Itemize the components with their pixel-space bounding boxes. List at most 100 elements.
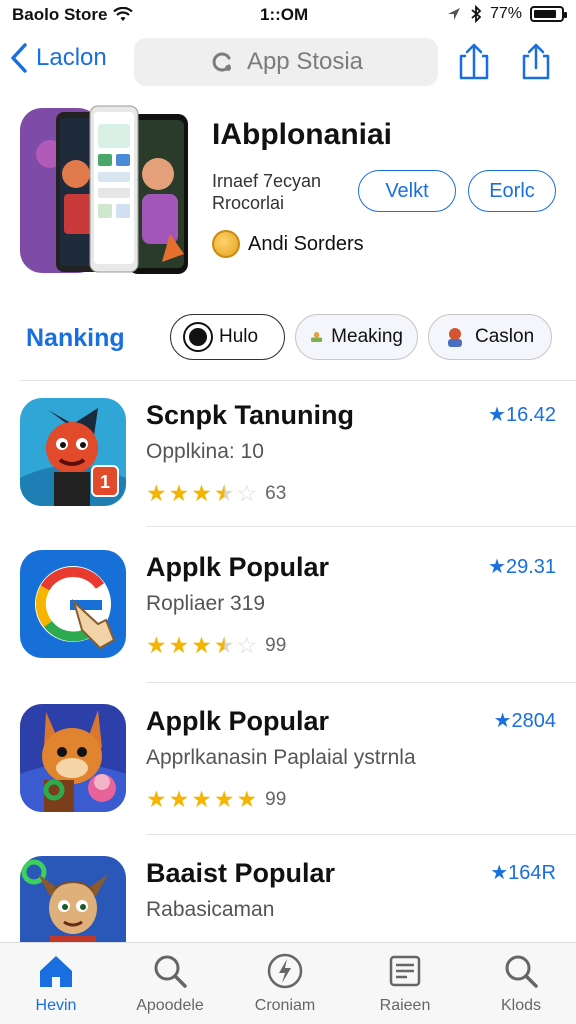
carrier: Baolo Store xyxy=(12,5,134,25)
chip-label: Hulo xyxy=(219,326,259,347)
divider xyxy=(146,834,576,835)
search-field[interactable]: App Stosia xyxy=(134,38,438,86)
lightning-icon xyxy=(267,953,303,989)
app-rating: ★2804 xyxy=(493,710,556,732)
list-item[interactable]: Applk Popular Apprlkanasin Paplaial ystr… xyxy=(0,704,576,854)
star-icon: ★ xyxy=(191,786,212,812)
share-icon[interactable] xyxy=(518,42,554,82)
location-icon xyxy=(447,8,460,20)
featured-phones-image xyxy=(20,105,188,274)
carrier-label: Baolo Store xyxy=(12,5,108,24)
back-button[interactable]: Laclon xyxy=(10,42,107,74)
chip-label: Meaking xyxy=(331,326,403,347)
tab-raieen[interactable]: Raieen xyxy=(350,951,460,1015)
divider xyxy=(20,380,576,381)
back-label: Laclon xyxy=(36,44,107,71)
tab-label: Croniam xyxy=(254,997,316,1014)
search-spinner-icon xyxy=(212,52,231,72)
tab-label: Hevin xyxy=(35,997,77,1014)
review-count: 99 xyxy=(265,788,287,810)
featured-subtitle-line2: Rrocorlai xyxy=(212,193,285,213)
list-item[interactable]: Baaist Popular Rabasicaman ★★★★★ ★164R xyxy=(0,856,576,942)
section-title: Nanking xyxy=(26,324,125,352)
app-name: Applk Popular xyxy=(146,552,330,582)
news-icon xyxy=(389,955,421,987)
app-desc: Ropliaer 319 xyxy=(146,592,266,615)
featured-subtitle-line1: Irnaef 7ecyan xyxy=(212,171,322,191)
search-placeholder: App Stosia xyxy=(246,48,364,75)
star-rating: ★ ★ ★ ★ ★ 99 xyxy=(146,786,286,813)
app-desc: Apprlkanasin Paplaial ystrnla xyxy=(146,746,416,769)
chip-meaking[interactable]: Meaking xyxy=(295,314,418,360)
battery-percent: 77% xyxy=(489,5,522,22)
app-rating: ★16.42 xyxy=(488,404,556,426)
star-icon: ★ xyxy=(146,632,167,658)
filter-row: Nanking Hulo Meaking Caslon xyxy=(0,312,576,366)
star-icon: ★ xyxy=(191,632,212,658)
battery-icon xyxy=(530,6,567,22)
fox-character-icon xyxy=(20,704,126,812)
app-name: Baaist Popular xyxy=(146,858,336,888)
tab-apoodele[interactable]: Apoodele xyxy=(115,951,225,1015)
star-icon: ★ xyxy=(168,786,190,812)
search-icon xyxy=(154,955,187,988)
review-count: 63 xyxy=(265,482,287,504)
featured-button-secondary[interactable]: Eorlc xyxy=(468,170,556,212)
app-rating: ★29.31 xyxy=(488,556,556,578)
app-rating: ★164R xyxy=(490,862,556,884)
divider xyxy=(146,682,576,683)
figure-icon xyxy=(311,332,323,342)
developer-name: Andi Sorders xyxy=(248,232,364,255)
search-icon xyxy=(505,955,538,988)
star-icon: ★ xyxy=(146,786,167,812)
chip-hulo[interactable]: Hulo xyxy=(170,314,285,360)
review-count: 99 xyxy=(265,634,287,656)
bluetooth-icon xyxy=(471,5,482,23)
status-bar: Baolo Store 1::OM 77% xyxy=(0,0,576,30)
list-item[interactable]: Applk Popular Ropliaer 319 ★ ★ ★ ★ ☆ 99 ★29.… xyxy=(0,550,576,700)
chip-label: Caslon xyxy=(475,326,535,347)
featured-button-primary[interactable]: Velkt xyxy=(358,170,456,212)
featured-subtitle: Irnaef 7ecyan Rrocorlai xyxy=(212,170,352,214)
star-icon: ★ xyxy=(168,480,190,506)
circle-icon xyxy=(185,324,211,350)
reader-share-icon[interactable] xyxy=(456,42,492,82)
featured-app: IAbplonaniai Irnaef 7ecyan Rrocorlai Vel… xyxy=(0,100,576,280)
developer-badge-icon xyxy=(212,230,240,258)
app-name: Applk Popular xyxy=(146,706,330,736)
star-icon: ☆ xyxy=(236,632,258,658)
status-icons: 77% xyxy=(446,5,567,23)
star-icon: ★ xyxy=(168,632,190,658)
red-monster-icon: 1 xyxy=(20,398,126,506)
svg-text:1: 1 xyxy=(100,472,110,492)
star-icon: ★ xyxy=(191,480,212,506)
star-icon: ★ xyxy=(213,786,235,812)
tab-bar: Hevin Apoodele Croniam Raieen Klods xyxy=(0,942,576,1024)
star-icon: ★ xyxy=(213,480,235,506)
star-rating: ★ ★ ★ ★ ☆ 63 xyxy=(146,480,286,507)
home-icon xyxy=(40,956,72,987)
clock: 1::OM xyxy=(260,5,309,24)
character-icon xyxy=(448,328,462,347)
star-icon: ☆ xyxy=(236,480,258,506)
star-icon: ★ xyxy=(146,480,167,506)
tab-hevin[interactable]: Hevin xyxy=(1,951,111,1015)
chip-caslon[interactable]: Caslon xyxy=(428,314,552,360)
star-icon: ★ xyxy=(213,632,235,658)
chevron-left-icon xyxy=(11,43,27,73)
app-name: Scnpk Tanuning xyxy=(146,400,354,430)
tab-label: Apoodele xyxy=(136,997,204,1014)
goblin-character-icon xyxy=(20,856,126,942)
developer[interactable]: Andi Sorders xyxy=(212,230,364,258)
star-icon: ★ xyxy=(236,786,258,812)
app-desc: Opplkina: 10 xyxy=(146,440,264,463)
star-rating: ★ ★ ★ ★ ☆ 99 xyxy=(146,632,286,659)
tab-klods[interactable]: Klods xyxy=(466,951,576,1015)
featured-title: IAbplonaniai xyxy=(212,118,392,151)
nav-bar: Laclon App Stosia xyxy=(0,36,576,90)
app-desc: Rabasicaman xyxy=(146,898,275,921)
tab-label: Raieen xyxy=(379,997,431,1014)
divider xyxy=(146,526,576,527)
tab-croniam[interactable]: Croniam xyxy=(230,951,340,1015)
wifi-icon xyxy=(113,7,134,21)
